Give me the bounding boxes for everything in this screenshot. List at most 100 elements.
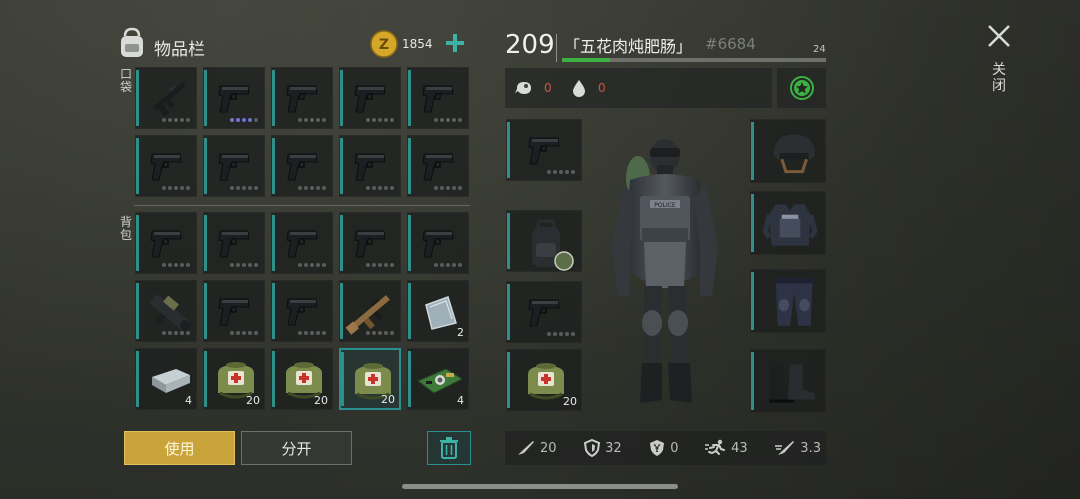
stat-radiation: 0 bbox=[648, 438, 679, 458]
boots-icon bbox=[769, 364, 815, 403]
durability-dots bbox=[366, 331, 394, 335]
backpack-slot[interactable] bbox=[339, 280, 401, 342]
perk-badge-panel[interactable] bbox=[777, 68, 826, 108]
backpack-icon bbox=[532, 219, 574, 271]
hunger-value: 0 bbox=[544, 81, 552, 95]
inventory-backpack-icon bbox=[116, 26, 148, 60]
backpack-slot[interactable]: 4 bbox=[407, 348, 469, 410]
armor-slot[interactable] bbox=[750, 269, 826, 333]
durability-dots bbox=[298, 118, 326, 122]
svg-text:POLICE: POLICE bbox=[654, 202, 676, 209]
stat-radiation-value: 0 bbox=[670, 440, 679, 456]
pocket-slot[interactable] bbox=[339, 67, 401, 129]
durability-dots bbox=[230, 186, 258, 190]
durability-dots bbox=[434, 118, 462, 122]
item-count: 20 bbox=[246, 394, 260, 407]
star-badge-icon bbox=[790, 76, 814, 100]
helmet-icon bbox=[773, 134, 815, 174]
durability-dots bbox=[298, 331, 326, 335]
backpack-slot[interactable]: 20 bbox=[271, 348, 333, 410]
armor-slot[interactable] bbox=[750, 349, 826, 413]
stat-speed: 43 bbox=[705, 438, 748, 458]
stats-row: 20 32 0 43 3.3 bbox=[516, 438, 821, 458]
running-icon bbox=[705, 439, 726, 455]
durability-dots bbox=[547, 332, 575, 336]
weapon-slot[interactable]: 20 bbox=[506, 349, 582, 411]
xp-bar-track bbox=[562, 58, 826, 62]
armor-slot[interactable] bbox=[750, 191, 826, 255]
durability-dots bbox=[547, 170, 575, 174]
backpack-slot[interactable]: 2 bbox=[407, 280, 469, 342]
backpack-slot[interactable] bbox=[203, 280, 265, 342]
item-count: 20 bbox=[314, 394, 328, 407]
player-level: 209 bbox=[505, 30, 555, 60]
durability-dots bbox=[298, 263, 326, 267]
trash-icon bbox=[440, 437, 458, 459]
backpack-slot[interactable]: 4 bbox=[135, 348, 197, 410]
item-count: 2 bbox=[457, 326, 464, 339]
thirst-value: 0 bbox=[598, 81, 606, 95]
durability-dots bbox=[434, 263, 462, 267]
backpack-slot[interactable] bbox=[271, 212, 333, 274]
pocket-slot[interactable] bbox=[407, 135, 469, 197]
backpack-slot[interactable] bbox=[203, 212, 265, 274]
vest-icon bbox=[762, 204, 818, 246]
close-icon bbox=[988, 25, 1010, 47]
knife-icon bbox=[518, 441, 534, 455]
backpack-slot[interactable]: 20 bbox=[339, 348, 401, 410]
backpack-slot[interactable] bbox=[135, 212, 197, 274]
hunger-icon bbox=[514, 79, 534, 97]
delete-button[interactable] bbox=[427, 431, 471, 465]
stat-attack: 20 bbox=[516, 438, 557, 458]
thirst-icon bbox=[571, 78, 587, 98]
close-button[interactable]: 关闭 bbox=[982, 22, 1016, 102]
backpack-slot[interactable] bbox=[407, 212, 469, 274]
radiation-shield-icon bbox=[650, 440, 665, 456]
split-button[interactable]: 分开 bbox=[241, 431, 352, 465]
split-button-label: 分开 bbox=[281, 439, 312, 458]
weapon-slot[interactable] bbox=[506, 281, 582, 343]
pocket-slot[interactable] bbox=[271, 67, 333, 129]
section-divider bbox=[134, 205, 470, 206]
character-model: POLICE bbox=[600, 118, 730, 413]
durability-dots bbox=[298, 186, 326, 190]
inventory-title: 物品栏 bbox=[154, 40, 205, 60]
home-indicator bbox=[402, 484, 678, 489]
backpack-slot[interactable] bbox=[271, 280, 333, 342]
durability-dots bbox=[230, 331, 258, 335]
blade-speed-icon bbox=[775, 441, 795, 455]
xp-bar-fill bbox=[562, 58, 610, 62]
pocket-slot[interactable] bbox=[135, 135, 197, 197]
pocket-slot[interactable] bbox=[407, 67, 469, 129]
use-button[interactable]: 使用 bbox=[124, 431, 235, 465]
durability-dots bbox=[434, 186, 462, 190]
pocket-slot[interactable] bbox=[271, 135, 333, 197]
weapon-slot[interactable] bbox=[506, 119, 582, 181]
durability-dots bbox=[366, 263, 394, 267]
close-label: 关闭 bbox=[992, 62, 1006, 94]
stat-speed-value: 43 bbox=[731, 440, 748, 456]
armor-slot[interactable] bbox=[750, 119, 826, 183]
durability-dots bbox=[162, 263, 190, 267]
durability-dots bbox=[162, 331, 190, 335]
pocket-label: 口袋 bbox=[119, 67, 132, 94]
pocket-slot[interactable] bbox=[203, 67, 265, 129]
pocket-slot[interactable] bbox=[203, 135, 265, 197]
backpack-slot[interactable] bbox=[135, 280, 197, 342]
stat-attack-value: 20 bbox=[540, 440, 557, 456]
backpack-label: 背包 bbox=[119, 215, 132, 242]
durability-dots bbox=[230, 118, 258, 122]
player-name: 「五花肉炖肥肠」 bbox=[564, 37, 693, 56]
durability-dots bbox=[366, 118, 394, 122]
pocket-slot[interactable] bbox=[339, 135, 401, 197]
add-coins-button[interactable] bbox=[444, 32, 466, 54]
coin-count: 1854 bbox=[402, 37, 433, 51]
backpack-slot[interactable]: 20 bbox=[203, 348, 265, 410]
backpack-slot[interactable] bbox=[339, 212, 401, 274]
item-count: 4 bbox=[457, 394, 464, 407]
weapon-slot[interactable] bbox=[506, 210, 582, 272]
use-button-label: 使用 bbox=[164, 439, 195, 458]
pocket-slot[interactable] bbox=[135, 67, 197, 129]
stat-defense-value: 32 bbox=[605, 440, 622, 456]
durability-dots bbox=[162, 186, 190, 190]
